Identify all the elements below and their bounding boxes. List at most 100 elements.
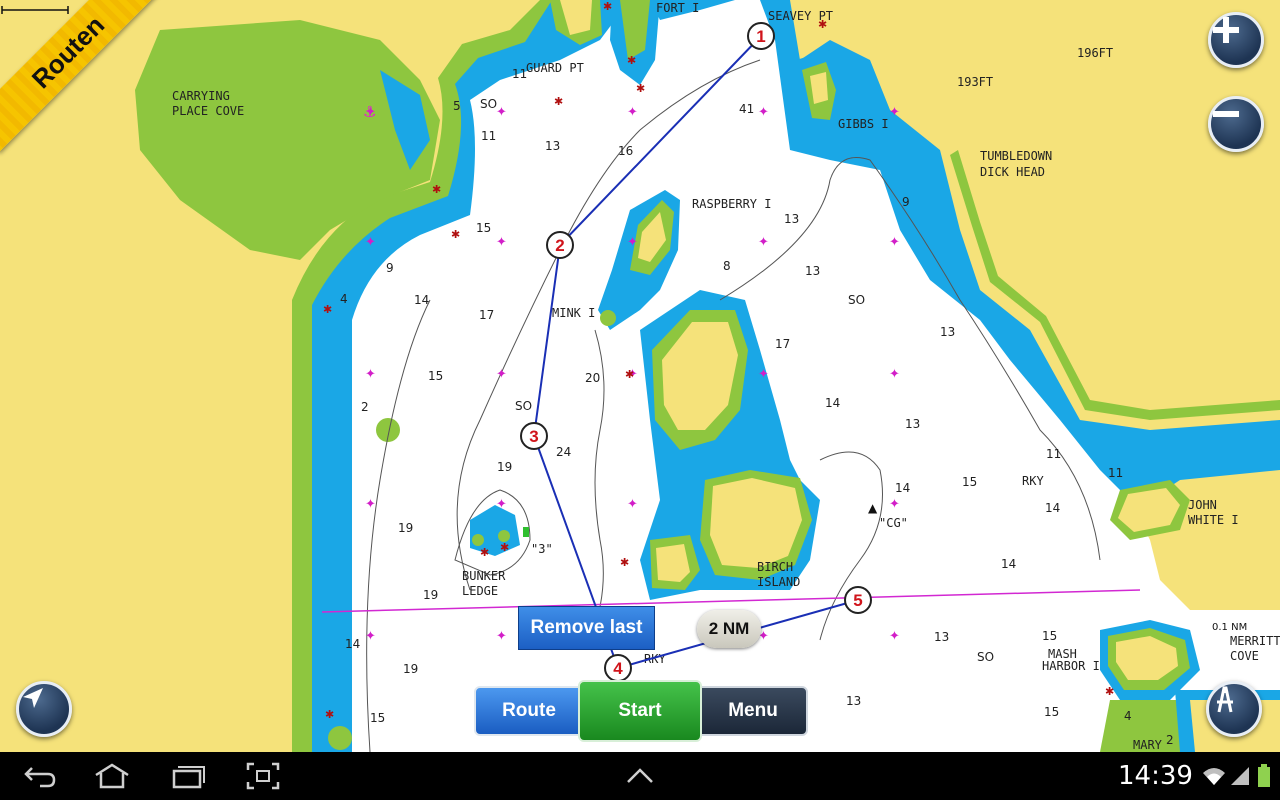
chart-place-label: DICK HEAD (980, 165, 1045, 179)
plus-icon (1213, 17, 1239, 43)
system-navigation-bar: 14:39 (0, 752, 1280, 800)
depth-sounding: SO (515, 399, 532, 413)
chart-place-label: CARRYING (172, 89, 230, 103)
menu-button[interactable]: Menu (698, 686, 808, 736)
depth-sounding: 11 (512, 67, 527, 81)
svg-text:✱: ✱ (625, 368, 634, 381)
svg-text:✱: ✱ (325, 708, 334, 721)
depth-sounding: 14 (414, 293, 429, 307)
svg-text:✦: ✦ (758, 235, 769, 250)
depth-sounding: 24 (556, 445, 571, 459)
svg-text:✱: ✱ (620, 556, 629, 569)
svg-text:✱: ✱ (323, 303, 332, 316)
svg-text:✱: ✱ (554, 95, 563, 108)
svg-text:✦: ✦ (889, 497, 900, 512)
depth-sounding: 16 (618, 144, 633, 158)
depth-sounding: 17 (479, 308, 494, 322)
zoom-in-button[interactable] (1208, 12, 1264, 68)
depth-sounding: 2 (361, 400, 369, 414)
back-button[interactable] (20, 752, 60, 800)
svg-text:✱: ✱ (627, 54, 636, 67)
chart-place-label: MINK I (552, 306, 595, 320)
chart-place-label: RASPBERRY I (692, 197, 771, 211)
svg-text:✦: ✦ (627, 235, 638, 250)
depth-sounding: 14 (1045, 501, 1060, 515)
depth-sounding: 13 (805, 264, 820, 278)
start-button[interactable]: Start (578, 680, 702, 742)
route-button[interactable]: Route (474, 686, 584, 736)
chart-place-label: FORT I (656, 1, 699, 15)
svg-text:✦: ✦ (365, 367, 376, 382)
svg-text:✦: ✦ (627, 105, 638, 120)
depth-sounding: 13 (940, 325, 955, 339)
chevron-up-icon (627, 768, 653, 783)
remove-last-button[interactable]: Remove last (518, 606, 655, 650)
chart-mode-button[interactable] (1206, 681, 1262, 737)
chart-place-label: WHITE I (1188, 513, 1239, 527)
depth-sounding: SO (977, 650, 994, 664)
depth-sounding: 11 (481, 129, 496, 143)
depth-sounding: 11 (1046, 447, 1061, 461)
wifi-icon (1200, 752, 1228, 800)
depth-sounding: 15 (1044, 705, 1059, 719)
svg-text:✱: ✱ (500, 541, 509, 554)
svg-text:✱: ✱ (451, 228, 460, 241)
home-button[interactable] (90, 752, 134, 800)
navigation-arrow-icon (23, 688, 43, 708)
depth-sounding: SO (480, 97, 497, 111)
chart-place-label: PLACE COVE (172, 104, 244, 118)
recent-apps-icon (172, 766, 205, 789)
chart-place-label: "CG" (879, 516, 908, 530)
recent-apps-button[interactable] (168, 752, 208, 800)
minus-icon (1213, 111, 1239, 117)
svg-text:✱: ✱ (432, 183, 441, 196)
depth-sounding: 4 (1124, 709, 1132, 723)
route-waypoint-1[interactable]: 1 (747, 22, 775, 50)
depth-sounding: 19 (423, 588, 438, 602)
screenshot-icon (246, 762, 280, 790)
screenshot-button[interactable] (244, 752, 282, 800)
depth-sounding: 14 (345, 637, 360, 651)
depth-sounding: 5 (453, 99, 461, 113)
depth-sounding: 41 (739, 102, 754, 116)
depth-sounding: 20 (585, 371, 600, 385)
waypoint-number: 2 (555, 236, 564, 255)
depth-sounding: 9 (902, 195, 910, 209)
home-icon (95, 763, 129, 789)
depth-sounding: 4 (340, 292, 348, 306)
back-icon (24, 767, 56, 788)
svg-text:✦: ✦ (889, 105, 900, 120)
depth-sounding: 15 (428, 369, 443, 383)
waypoint-number: 5 (853, 591, 862, 610)
route-waypoint-4[interactable]: 4 (604, 654, 632, 682)
depth-sounding: 15 (370, 711, 385, 725)
signal-icon (1228, 752, 1252, 800)
nautical-chart[interactable]: ⚓ ✦ ✦ ✦ ✦ ✦ ✦ ✦ ✦ ✦ ✦ ✦ ✦ ✦ ✦ ✦ ✦ ✦ ✦ ✦ ✦ ✦ ✦ ✦ ✱ ✱ ✱ ✱ ✱ ✱ ✱ ✱ … (0, 0, 1280, 752)
route-waypoint-3[interactable]: 3 (520, 422, 548, 450)
chart-place-label: JOHN (1188, 498, 1217, 512)
chart-place-label: BIRCH (757, 560, 793, 574)
zoom-out-button[interactable] (1208, 96, 1264, 152)
depth-sounding: 15 (476, 221, 491, 235)
route-waypoint-2[interactable]: 2 (546, 231, 574, 259)
depth-sounding: 15 (962, 475, 977, 489)
chart-place-label: COVE (1230, 649, 1259, 663)
road-perspective-icon (1217, 686, 1233, 713)
depth-sounding: SO (848, 293, 865, 307)
svg-text:✦: ✦ (496, 105, 507, 120)
depth-sounding: 14 (895, 481, 910, 495)
depth-sounding: 13 (784, 212, 799, 226)
svg-text:✦: ✦ (365, 497, 376, 512)
depth-sounding: 15 (1042, 629, 1057, 643)
depth-sounding: 17 (775, 337, 790, 351)
chart-place-label: 193FT (957, 75, 993, 89)
location-button[interactable] (16, 681, 72, 737)
chart-place-label: MERRITT (1230, 634, 1280, 648)
expand-up-button[interactable] (622, 752, 658, 800)
svg-text:✦: ✦ (627, 497, 638, 512)
svg-text:✦: ✦ (365, 105, 376, 120)
scale-label: 0.1 NM (1212, 622, 1248, 633)
svg-text:✦: ✦ (365, 629, 376, 644)
route-waypoint-5[interactable]: 5 (844, 586, 872, 614)
waypoint-number: 1 (756, 27, 765, 46)
